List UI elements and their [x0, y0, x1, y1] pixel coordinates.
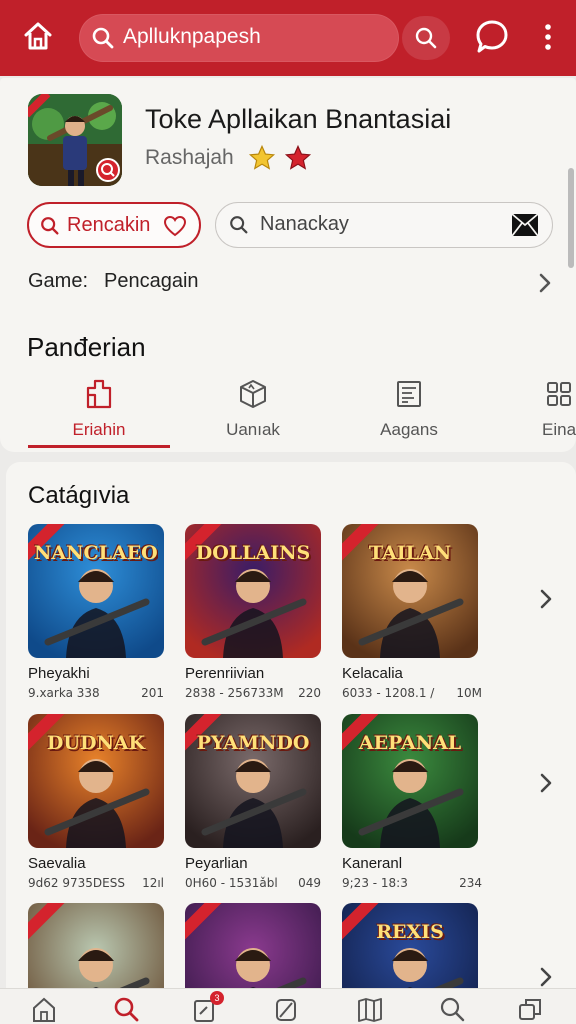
app-developer[interactable]: Rashajah: [145, 146, 234, 170]
thumbnail-title: TAILAN: [368, 542, 452, 564]
tab-uaniak[interactable]: Uanıak: [182, 378, 324, 448]
game-name: Pheyakhi: [28, 665, 90, 682]
game-name: Kelacalia: [342, 665, 403, 682]
wishlist-label: Rencakin: [67, 214, 151, 236]
game-count: 201: [141, 686, 164, 700]
search-icon: [91, 26, 115, 50]
game-count: 049: [298, 876, 321, 890]
book-icon[interactable]: [356, 995, 384, 1023]
game-name: Peyarlian: [185, 855, 248, 872]
mail-icon[interactable]: [511, 213, 539, 241]
scrollbar[interactable]: [568, 168, 574, 268]
notification-badge: 3: [210, 991, 224, 1005]
wishlist-button[interactable]: Rencakin: [27, 202, 201, 248]
search-icon: [228, 214, 250, 240]
game-label: Game:: [28, 270, 89, 292]
thumbnail-title: AEPANAL: [358, 732, 462, 754]
app-icon[interactable]: [28, 94, 122, 186]
game-category-row[interactable]: Game: Pencagain: [28, 270, 558, 296]
search-icon: [415, 27, 437, 49]
compass-icon[interactable]: [272, 995, 300, 1023]
category-card: Catágıvia NANCLAEOH Pheyakhi 9.xarka 338 20…: [6, 462, 576, 1024]
game-count: 220: [298, 686, 321, 700]
search-icon[interactable]: [438, 995, 466, 1023]
game-name: Saevalia: [28, 855, 86, 872]
game-thumbnail[interactable]: AEPANAL: [342, 714, 478, 848]
thumbnail-title: DOLLAINS: [195, 542, 311, 564]
game-meta: 9;23 - 18:3: [342, 876, 408, 890]
tab-label: Eina: [542, 420, 576, 439]
thumbnail-title: NANCLAEOH: [34, 542, 158, 564]
game-count: 10M: [456, 686, 482, 700]
heart-icon: [163, 215, 187, 241]
box-icon: [237, 378, 269, 410]
secondary-search-field[interactable]: Nanackay: [215, 202, 553, 248]
grid-icon: [542, 378, 574, 410]
thumbnail-title: PYAMNDO: [196, 732, 310, 754]
thumbnail-title: DUDNAK: [46, 732, 146, 754]
app-title: Toke Apllaikan Bnantasiai: [145, 104, 452, 134]
search-button[interactable]: [402, 16, 450, 60]
tab-label: Aagans: [380, 420, 438, 439]
chevron-right-icon[interactable]: [539, 588, 553, 614]
game-name: Perenriivian: [185, 665, 265, 682]
game-meta: 2838 - 256733M: [185, 686, 284, 700]
active-tab-indicator: [28, 445, 170, 448]
more-vertical-icon[interactable]: [536, 22, 560, 52]
star-icon: [284, 144, 312, 176]
game-meta: 9d62 9735DESS: [28, 876, 125, 890]
tab-label: Eriahin: [72, 420, 126, 439]
bottom-navigation: 3: [0, 988, 576, 1024]
game-name: Kaneranl: [342, 855, 403, 872]
thumbnail-title: REXIS: [376, 921, 444, 943]
game-thumbnail[interactable]: TAILAN: [342, 524, 478, 658]
game-thumbnail[interactable]: DOLLAINS: [185, 524, 321, 658]
game-thumbnail[interactable]: DUDNAK: [28, 714, 164, 848]
top-app-bar: Aplluknpapesh: [0, 0, 576, 76]
tab-aagans[interactable]: Aagans: [338, 378, 480, 448]
tab-label: Uanıak: [226, 420, 280, 439]
chat-icon[interactable]: [474, 18, 510, 56]
section-title: Panđerian: [27, 332, 146, 362]
app-detail-card: Toke Apllaikan Bnantasiai Rashajah Renca…: [0, 78, 576, 452]
game-thumbnail[interactable]: PYAMNDO: [185, 714, 321, 848]
game-thumbnail[interactable]: NANCLAEOH: [28, 524, 164, 658]
home-icon[interactable]: [30, 995, 58, 1023]
game-meta: 9.xarka 338: [28, 686, 100, 700]
document-icon: [393, 378, 425, 410]
game-meta: 0H60 - 1531ǎbl: [185, 876, 278, 890]
search-bar[interactable]: Aplluknpapesh: [79, 14, 399, 62]
game-meta: 6033 - 1208.1 /: [342, 686, 435, 700]
search-icon[interactable]: [112, 995, 140, 1023]
search-query[interactable]: Aplluknpapesh: [123, 25, 261, 49]
chevron-right-icon: [538, 272, 552, 298]
star-icon: [248, 144, 276, 176]
tab-eriahin[interactable]: Eriahin: [28, 378, 170, 448]
search-field-text: Nanackay: [260, 213, 349, 235]
puzzle-icon: [83, 378, 115, 410]
game-count: 234: [459, 876, 482, 890]
copy-icon[interactable]: [516, 995, 544, 1023]
search-icon: [39, 215, 61, 241]
category-title: Catágıvia: [28, 482, 130, 509]
chevron-right-icon[interactable]: [539, 772, 553, 798]
tab-eina[interactable]: Eina: [520, 378, 576, 448]
game-count: 12ıl: [142, 876, 164, 890]
home-icon[interactable]: [20, 18, 56, 54]
game-value: Pencagain: [104, 270, 199, 292]
